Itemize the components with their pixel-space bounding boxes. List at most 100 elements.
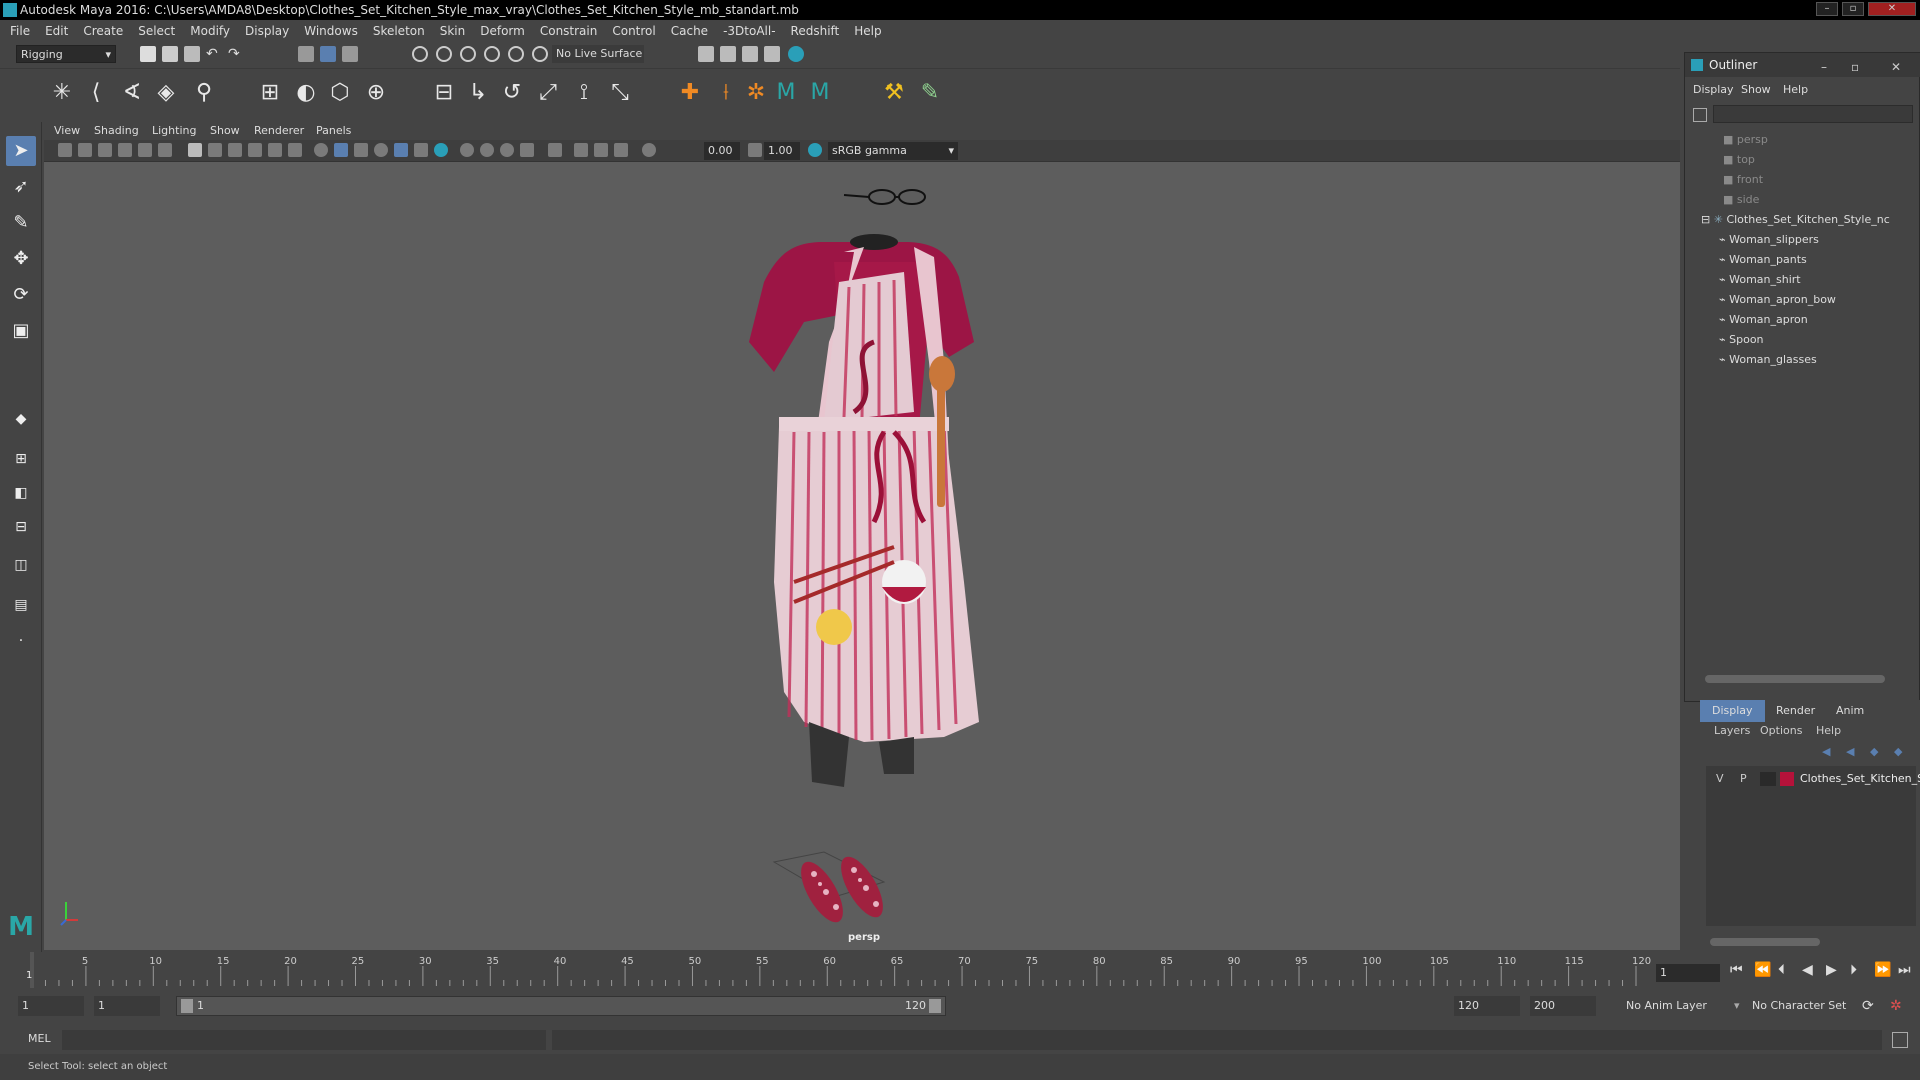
- tree-item-woman-slippers[interactable]: ⌁ Woman_slippers: [1719, 231, 1819, 249]
- screen-space-ao-icon[interactable]: [434, 143, 448, 157]
- wireframe-icon[interactable]: [314, 143, 328, 157]
- maximize-icon[interactable]: ▫: [1851, 55, 1859, 79]
- snap-grid-icon[interactable]: [412, 46, 428, 62]
- four-view-layout-icon[interactable]: ⊞: [6, 444, 36, 474]
- render-view-icon[interactable]: [788, 46, 804, 62]
- menu-windows[interactable]: Windows: [304, 24, 358, 38]
- shadows-icon[interactable]: [414, 143, 428, 157]
- layer-menu-help[interactable]: Help: [1816, 724, 1841, 737]
- step-forward-icon[interactable]: ⏩: [1874, 962, 1891, 978]
- motion-blur-icon[interactable]: [460, 143, 474, 157]
- 2d-pan-zoom-icon[interactable]: [138, 143, 152, 157]
- ik-spline-icon[interactable]: ◈: [152, 79, 180, 107]
- outliner-menu-help[interactable]: Help: [1783, 83, 1808, 96]
- playback-start-field[interactable]: 1: [94, 996, 160, 1016]
- menu-constrain[interactable]: Constrain: [540, 24, 598, 38]
- collapse-icon[interactable]: ⊟: [1701, 213, 1714, 226]
- ipr-render-icon[interactable]: [720, 46, 736, 62]
- viewport-menu-renderer[interactable]: Renderer: [254, 124, 304, 137]
- textured-icon[interactable]: [374, 143, 388, 157]
- layer-display-type[interactable]: [1760, 772, 1776, 786]
- image-plane-icon[interactable]: [118, 143, 132, 157]
- scale-constraint-icon[interactable]: ⤢: [534, 79, 562, 107]
- anim-layer-dropdown[interactable]: No Anim Layer: [1620, 996, 1738, 1016]
- maximize-button[interactable]: ▫: [1842, 2, 1864, 16]
- viewport-menu-shading[interactable]: Shading: [94, 124, 139, 137]
- paint-select-icon[interactable]: ✎: [6, 208, 36, 238]
- color-management-icon[interactable]: [808, 143, 822, 157]
- tree-camera-persp[interactable]: ■ persp: [1723, 131, 1768, 149]
- gamma-icon[interactable]: [748, 143, 762, 157]
- depth-of-field-icon[interactable]: [500, 143, 514, 157]
- cluster-handle-icon[interactable]: ⟊: [712, 79, 740, 107]
- tab-anim[interactable]: Anim: [1824, 700, 1876, 722]
- persp-graph-layout-icon[interactable]: ⊟: [6, 512, 36, 542]
- time-slider[interactable]: 5 10 15 20 25 30 35 40 45 50 55 60 65 70 75 80 85 90 95 100…: [24, 952, 1654, 988]
- live-surface-field[interactable]: No Live Surface: [552, 45, 644, 63]
- tree-root-group[interactable]: ⊟ ✳ Clothes_Set_Kitchen_Style_nc: [1701, 211, 1890, 229]
- color-space-dropdown[interactable]: sRGB gamma ▾: [828, 142, 958, 160]
- smooth-shade-icon[interactable]: [334, 143, 348, 157]
- tab-render[interactable]: Render: [1764, 700, 1827, 722]
- menu-skin[interactable]: Skin: [440, 24, 466, 38]
- go-to-end-icon[interactable]: ⏭: [1898, 962, 1911, 978]
- insert-joint-icon[interactable]: ⟨: [82, 79, 110, 107]
- snap-view-plane-icon[interactable]: [508, 46, 524, 62]
- tree-item-woman-apron-bow[interactable]: ⌁ Woman_apron_bow: [1719, 291, 1836, 309]
- film-gate-icon[interactable]: [208, 143, 222, 157]
- open-scene-icon[interactable]: [162, 46, 178, 62]
- resolution-gate-icon[interactable]: [228, 143, 242, 157]
- menu-create[interactable]: Create: [83, 24, 123, 38]
- point-constraint-icon[interactable]: ↳: [464, 79, 492, 107]
- animation-start-field[interactable]: 1: [18, 996, 84, 1016]
- animation-preferences-icon[interactable]: ✲: [1890, 998, 1902, 1014]
- snap-point-icon[interactable]: [460, 46, 476, 62]
- auto-key-icon[interactable]: ⟳: [1862, 998, 1874, 1014]
- tree-item-woman-glasses[interactable]: ⌁ Woman_glasses: [1719, 351, 1817, 369]
- minimize-button[interactable]: –: [1816, 2, 1838, 16]
- move-layer-up-icon[interactable]: ◀: [1822, 745, 1830, 758]
- pole-vector-icon[interactable]: ⤡: [606, 79, 634, 107]
- render-frame-icon[interactable]: [698, 46, 714, 62]
- new-empty-layer-icon[interactable]: ◆: [1870, 745, 1878, 758]
- move-layer-down-icon[interactable]: ◀: [1846, 745, 1854, 758]
- field-chart-icon[interactable]: [268, 143, 282, 157]
- close-icon[interactable]: ✕: [1891, 55, 1901, 79]
- undo-icon[interactable]: ↶: [206, 46, 222, 62]
- tree-item-woman-pants[interactable]: ⌁ Woman_pants: [1719, 251, 1807, 269]
- filter-icon[interactable]: [1693, 108, 1707, 122]
- grease-pencil-icon[interactable]: [158, 143, 172, 157]
- select-tool-icon[interactable]: ➤: [6, 136, 36, 166]
- playback-end-field[interactable]: 120: [1454, 996, 1520, 1016]
- select-object-icon[interactable]: [320, 46, 336, 62]
- bookmark-icon[interactable]: [98, 143, 112, 157]
- collapse-toolbox-icon[interactable]: ·: [6, 626, 36, 656]
- tree-camera-side[interactable]: ■ side: [1723, 191, 1759, 209]
- anti-aliasing-icon[interactable]: [480, 143, 494, 157]
- range-slider[interactable]: 1 120: [176, 996, 946, 1016]
- menu-modify[interactable]: Modify: [190, 24, 230, 38]
- outliner-horizontal-scrollbar[interactable]: [1705, 675, 1885, 683]
- ik-handle-icon[interactable]: ∢: [118, 79, 146, 107]
- viewport-menu-view[interactable]: View: [54, 124, 80, 137]
- tree-item-woman-apron[interactable]: ⌁ Woman_apron: [1719, 311, 1808, 329]
- single-perspective-layout-icon[interactable]: ◆: [6, 404, 36, 434]
- go-to-start-icon[interactable]: ⏮: [1730, 962, 1743, 978]
- rotate-tool-icon[interactable]: ⟳: [6, 280, 36, 310]
- camera-attributes-icon[interactable]: [78, 143, 92, 157]
- menu-select[interactable]: Select: [138, 24, 175, 38]
- lattice-icon[interactable]: ⬡: [326, 79, 354, 107]
- wireframe-on-shaded-icon[interactable]: [354, 143, 368, 157]
- orient-constraint-icon[interactable]: ↺: [498, 79, 526, 107]
- isolate-select-icon[interactable]: [520, 143, 534, 157]
- hypershade-layout-icon[interactable]: ◫: [6, 550, 36, 580]
- menu-edit[interactable]: Edit: [45, 24, 68, 38]
- locator-icon[interactable]: ✚: [676, 79, 704, 107]
- render-settings-icon[interactable]: [742, 46, 758, 62]
- menu-deform[interactable]: Deform: [480, 24, 525, 38]
- backface-culling-icon[interactable]: [614, 143, 628, 157]
- select-component-icon[interactable]: [342, 46, 358, 62]
- layer-menu-options[interactable]: Options: [1760, 724, 1802, 737]
- layer-horizontal-scrollbar[interactable]: [1710, 938, 1820, 946]
- menu-display[interactable]: Display: [245, 24, 289, 38]
